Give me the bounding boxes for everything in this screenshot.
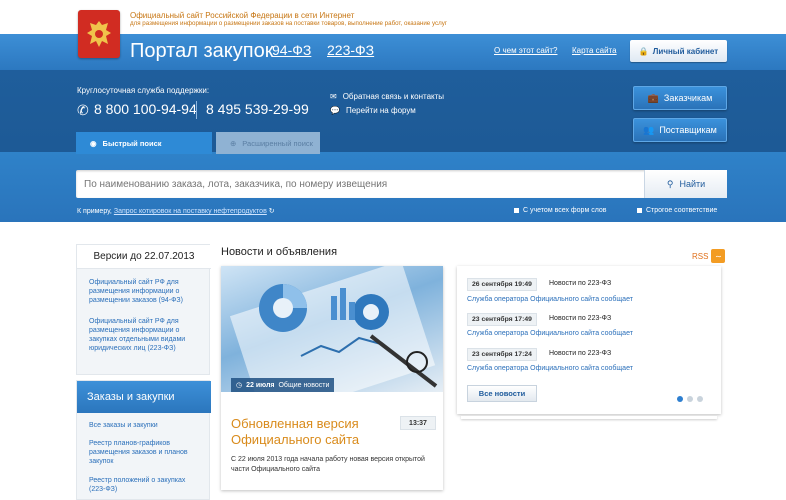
featured-news-image (221, 266, 443, 392)
option-all-forms-label: С учетом всех форм слов (523, 207, 607, 214)
phone-1: 8 800 100-94-94 (94, 101, 197, 117)
search-box (76, 170, 727, 198)
checkbox-icon (637, 208, 642, 213)
featured-news-category: Общие новости (278, 381, 330, 389)
featured-news-date-badge: ◷ 22 июля Общие новости (231, 378, 335, 392)
envelope-icon: ✉ (330, 92, 337, 101)
target-icon: ◉ (90, 138, 97, 148)
search-example: К примеру, Запрос котировок на поставку … (77, 207, 275, 215)
lock-icon: 🔒 (638, 46, 649, 56)
orders-link-all[interactable]: Все заказы и закупки (89, 421, 201, 430)
tab-quick-label: Быстрый поиск (102, 138, 162, 148)
news-item-category: Новости по 223-ФЗ (549, 315, 612, 322)
orders-link-plans[interactable]: Реестр планов-графиков размещения заказо… (89, 439, 201, 466)
sitemap-link[interactable]: Карта сайта (572, 46, 617, 55)
suppliers-label: Поставщикам (659, 125, 717, 135)
version-link-223fz[interactable]: Официальный сайт РФ для размещения инфор… (89, 317, 201, 353)
checkbox-icon (514, 208, 519, 213)
featured-news-text: С 22 июля 2013 года начала работу новая … (231, 456, 425, 473)
featured-news-time: 13:37 (400, 416, 436, 430)
phone-icon: ✆ (77, 102, 89, 118)
featured-news-date: 22 июля (246, 381, 275, 389)
example-prefix: К примеру, (77, 208, 112, 215)
law-94-link[interactable]: 94-ФЗ (272, 42, 311, 58)
about-link[interactable]: О чем этот сайт? (494, 46, 557, 55)
option-strict-label: Строгое соответствие (646, 207, 718, 214)
version-link-94fz[interactable]: Официальный сайт РФ для размещения инфор… (89, 278, 201, 305)
tab-advanced-search[interactable]: ⊕ Расширенный поиск (216, 132, 320, 154)
rss-link[interactable]: RSS ∼ (692, 249, 726, 263)
carousel-dots (677, 396, 703, 402)
news-heading: Новости и объявления (221, 246, 338, 258)
option-all-word-forms[interactable]: С учетом всех форм слов (514, 207, 607, 214)
orders-box: Заказы и закупки Все заказы и закупки Ре… (76, 380, 211, 500)
phone-2: 8 495 539-29-99 (206, 101, 309, 117)
forum-link[interactable]: 💬 Перейти на форум (330, 106, 416, 115)
zoom-icon: ⊕ (230, 138, 237, 148)
phone-divider (196, 101, 197, 119)
versions-box: Версии до 22.07.2013 Официальный сайт РФ… (76, 244, 211, 375)
news-item-link[interactable]: Служба оператора Официального сайта сооб… (467, 365, 633, 372)
carousel-dot[interactable] (687, 396, 693, 402)
rss-icon: ∼ (711, 249, 726, 263)
briefcase-icon: 💼 (647, 92, 659, 103)
personal-cabinet-button[interactable]: 🔒 Личный кабинет (630, 40, 727, 62)
coat-of-arms-logo[interactable] (78, 10, 120, 58)
carousel-dot-active[interactable] (677, 396, 683, 402)
people-icon: 👥 (643, 124, 655, 135)
tab-quick-search[interactable]: ◉ Быстрый поиск (76, 132, 212, 154)
orders-link-regulations[interactable]: Реестр положений о закупках (223-ФЗ) (89, 476, 201, 494)
portal-title[interactable]: Портал закупок (130, 40, 273, 63)
forum-label: Перейти на форум (345, 106, 416, 115)
search-input[interactable] (76, 170, 642, 198)
featured-news-card[interactable]: ◷ 22 июля Общие новости Обновленная верс… (221, 266, 443, 490)
customers-button[interactable]: 💼 Заказчикам (633, 86, 727, 110)
search-icon: ⚲ (666, 178, 674, 189)
site-description-line2: для размещения информации о размещении з… (130, 20, 448, 27)
refresh-icon[interactable]: ↻ (269, 208, 275, 215)
customers-label: Заказчикам (663, 93, 713, 103)
feedback-label: Обратная связь и контакты (342, 92, 445, 101)
chat-icon: 💬 (330, 106, 340, 115)
versions-title: Версии до 22.07.2013 (77, 245, 211, 269)
option-strict-match[interactable]: Строгое соответствие (637, 207, 717, 214)
news-item-date: 23 сентября 17:49 (467, 313, 537, 326)
orders-title: Заказы и закупки (77, 381, 211, 413)
news-item-date: 23 сентября 17:24 (467, 348, 537, 361)
search-button-label: Найти (679, 179, 706, 189)
example-link[interactable]: Запрос котировок на поставку нефтепродук… (114, 208, 267, 215)
suppliers-button[interactable]: 👥 Поставщикам (633, 118, 727, 142)
featured-news-title[interactable]: Обновленная версия Официального сайта (231, 416, 401, 448)
feedback-link[interactable]: ✉ Обратная связь и контакты (330, 92, 444, 101)
cabinet-label: Личный кабинет (652, 46, 719, 56)
news-item-date: 26 сентября 19:49 (467, 278, 537, 291)
clock-icon: ◷ (236, 382, 243, 389)
law-223-link[interactable]: 223-ФЗ (327, 42, 374, 58)
news-item-link[interactable]: Служба оператора Официального сайта сооб… (467, 296, 633, 303)
all-news-button[interactable]: Все новости (467, 385, 537, 402)
rss-label: RSS (692, 251, 709, 261)
news-item-link[interactable]: Служба оператора Официального сайта сооб… (467, 330, 633, 337)
news-list: 26 сентября 19:49 Новости по 223-ФЗ Служ… (457, 266, 721, 419)
carousel-dot[interactable] (697, 396, 703, 402)
news-item-category: Новости по 223-ФЗ (549, 280, 612, 287)
tab-advanced-label: Расширенный поиск (242, 138, 313, 148)
search-button[interactable]: ⚲ Найти (644, 170, 727, 198)
news-item-category: Новости по 223-ФЗ (549, 350, 612, 357)
support-label: Круглосуточная служба поддержки: (77, 86, 210, 95)
site-description-line1: Официальный сайт Российской Федерации в … (130, 11, 355, 20)
